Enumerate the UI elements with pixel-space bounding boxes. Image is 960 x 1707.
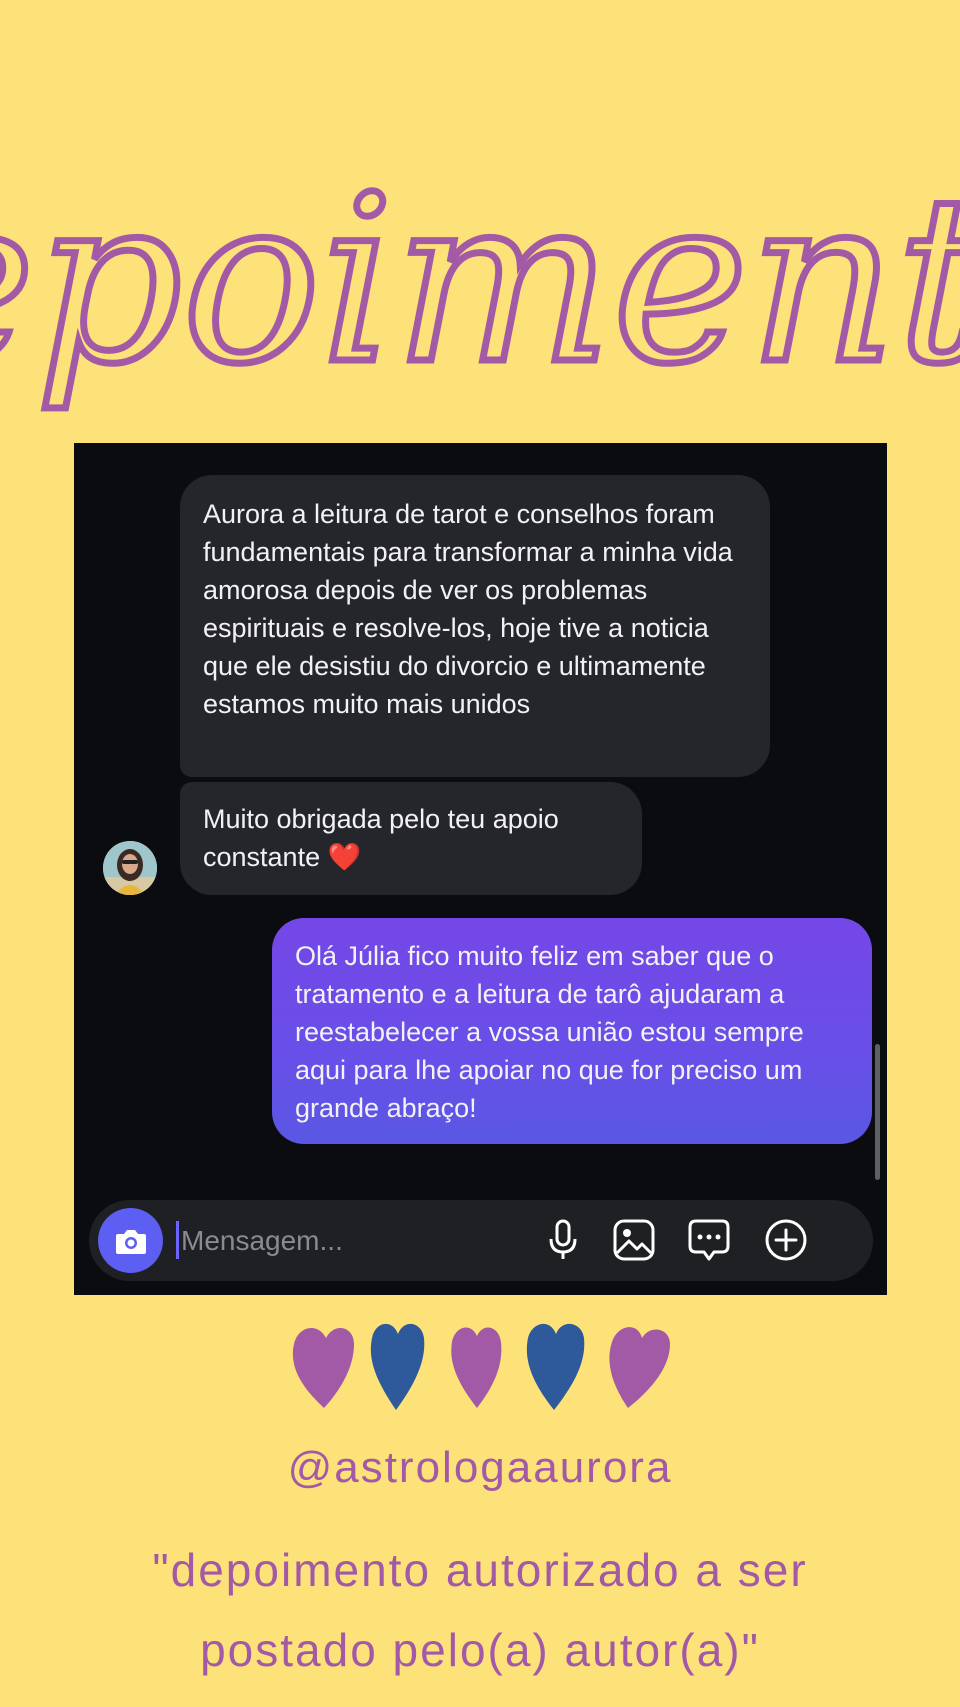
title-text: Depoimentos — [0, 148, 960, 415]
microphone-button[interactable] — [540, 1217, 586, 1263]
chat-screenshot: Aurora a leitura de tarot e conselhos fo… — [74, 443, 887, 1295]
avatar[interactable] — [103, 841, 157, 895]
image-icon — [613, 1219, 655, 1261]
heart-icon — [451, 1327, 502, 1408]
hearts-decoration — [292, 1323, 670, 1410]
more-button[interactable] — [763, 1217, 809, 1263]
plus-circle-icon — [765, 1219, 807, 1261]
authorization-note: "depoimento autorizado a ser postado pel… — [152, 1544, 808, 1676]
incoming-message: Muito obrigada pelo teu apoio constante … — [180, 782, 642, 895]
heart-icon — [526, 1323, 585, 1410]
account-handle: @astrologaaurora — [287, 1443, 673, 1492]
page-title: Depoimentos — [0, 90, 960, 430]
sticker-icon — [688, 1219, 730, 1261]
scrollbar[interactable] — [875, 1044, 880, 1180]
microphone-icon — [549, 1219, 577, 1259]
message-input[interactable] — [179, 1217, 523, 1265]
incoming-message: Aurora a leitura de tarot e conselhos fo… — [180, 475, 770, 777]
message-composer — [89, 1200, 873, 1281]
heart-icon — [370, 1323, 425, 1410]
outgoing-message: Olá Júlia fico muito feliz em saber que … — [272, 918, 872, 1144]
sticker-button[interactable] — [686, 1217, 732, 1263]
heart-icon — [292, 1327, 354, 1408]
heart-icon — [609, 1327, 670, 1408]
camera-button[interactable] — [98, 1208, 163, 1273]
gallery-button[interactable] — [611, 1217, 657, 1263]
camera-icon — [115, 1229, 146, 1254]
